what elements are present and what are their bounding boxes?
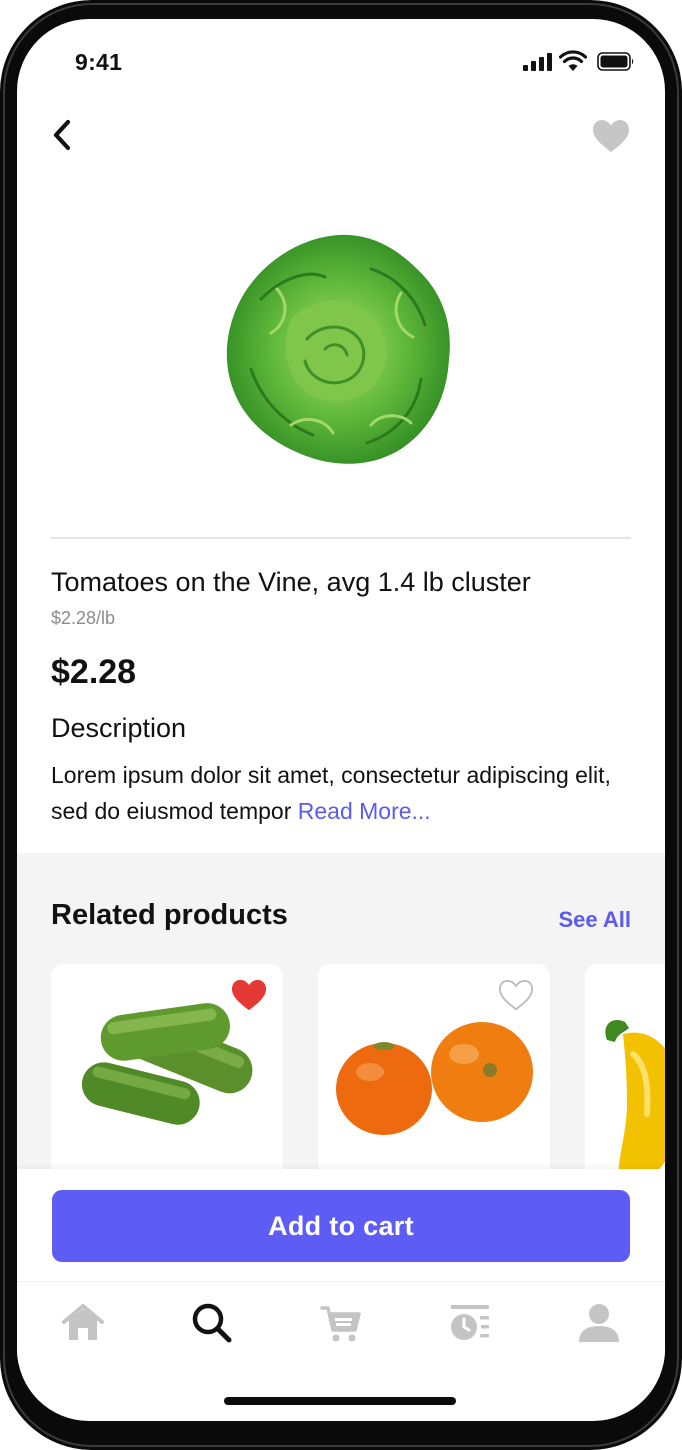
see-all-link[interactable]: See All [558,907,631,933]
product-price: $2.28 [51,653,137,691]
tab-home[interactable] [60,1300,106,1346]
heart-icon [593,120,629,152]
tab-cart[interactable] [318,1300,364,1346]
description-heading: Description [51,713,187,743]
status-time: 9:41 [75,49,123,75]
battery-icon [597,52,634,71]
cellular-signal-icon [523,53,552,71]
bottom-tab-bar [17,1281,665,1365]
add-to-cart-button[interactable]: Add to cart [52,1190,630,1262]
product-image-lettuce [226,234,450,464]
add-to-cart-bar: Add to cart [17,1169,665,1281]
phone-frame: 9:41 Tomatoes on the Vine, avg 1.4 lb cl… [0,0,682,1450]
chevron-left-icon [53,119,71,151]
wifi-icon [559,50,587,71]
search-icon [192,1303,232,1343]
cart-icon [320,1306,361,1342]
product-title: Tomatoes on the Vine, avg 1.4 lb cluster [51,567,531,597]
read-more-link[interactable]: Read More... [298,798,431,824]
favorite-button[interactable] [592,119,630,153]
profile-icon [579,1304,619,1342]
orders-history-icon [451,1305,489,1340]
home-icon [62,1304,104,1340]
heart-filled-icon[interactable] [231,978,267,1012]
heart-outline-icon[interactable] [498,978,534,1012]
app-screen: 9:41 Tomatoes on the Vine, avg 1.4 lb cl… [17,19,665,1421]
image-divider [51,537,631,539]
tab-orders[interactable] [447,1300,493,1346]
unit-price: $2.28/lb [51,608,116,628]
tab-profile[interactable] [576,1300,622,1346]
related-products-heading: Related products [51,899,288,931]
tab-search[interactable] [189,1300,235,1346]
home-indicator [224,1397,456,1405]
related-products-section: Related products See All [17,853,665,1224]
status-bar: 9:41 [17,19,665,103]
description-text: Lorem ipsum dolor sit amet, consectetur … [51,757,641,829]
back-button[interactable] [47,117,79,153]
